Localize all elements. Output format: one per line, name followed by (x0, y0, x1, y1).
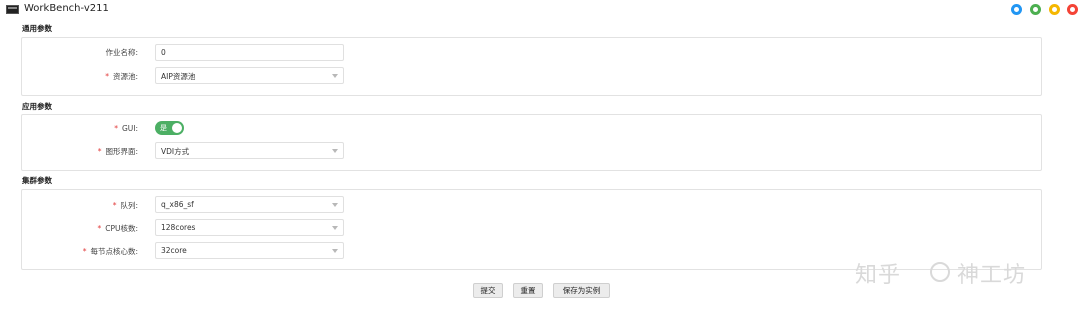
queue-select[interactable]: q_x86_sf (155, 196, 344, 213)
required-marker: * (114, 124, 118, 133)
gui-label: * GUI: (114, 124, 138, 133)
graphics-ui-value: VDI方式 (161, 147, 190, 156)
cores-per-node-value: 32core (161, 246, 187, 255)
graphics-ui-label: * 图形界面: (97, 147, 138, 156)
window-title: WorkBench-v211 (24, 3, 109, 14)
general-panel: 作业名称: 0 * 资源池: AIP资源池 (21, 37, 1042, 96)
resource-pool-value: AIP资源池 (161, 72, 196, 81)
section-title-cluster: 集群参数 (22, 176, 52, 185)
queue-label: * 队列: (112, 201, 138, 210)
minimize-icon[interactable] (1030, 4, 1041, 15)
gui-toggle-text: 是 (160, 124, 167, 132)
gui-toggle[interactable]: 是 (155, 121, 184, 135)
submit-button[interactable]: 提交 (473, 283, 503, 298)
maximize-icon[interactable] (1049, 4, 1060, 15)
cpu-cores-label: * CPU核数: (97, 224, 138, 233)
info-icon[interactable] (1011, 4, 1022, 15)
job-name-label: 作业名称: (105, 48, 138, 57)
cores-per-node-label: * 每节点核心数: (82, 247, 138, 256)
queue-value: q_x86_sf (161, 200, 194, 209)
watermark-right: 神工坊 (957, 263, 1027, 288)
chevron-down-icon (332, 149, 338, 153)
resource-pool-label: * 资源池: (105, 72, 138, 81)
required-marker: * (112, 201, 117, 210)
cpu-cores-select[interactable]: 128cores (155, 219, 344, 236)
required-marker: * (105, 72, 109, 81)
job-name-input[interactable]: 0 (155, 44, 344, 61)
close-icon[interactable] (1067, 4, 1078, 15)
chevron-down-icon (332, 203, 338, 207)
title-bar: WorkBench-v211 (0, 0, 1080, 19)
save-as-instance-button[interactable]: 保存为实例 (553, 283, 610, 298)
chevron-down-icon (332, 249, 338, 253)
toggle-knob (172, 123, 182, 133)
cpu-cores-value: 128cores (161, 223, 196, 232)
chevron-down-icon (332, 74, 338, 78)
cores-per-node-select[interactable]: 32core (155, 242, 344, 259)
reset-button[interactable]: 重置 (513, 283, 543, 298)
required-marker: * (97, 224, 102, 233)
required-marker: * (82, 247, 87, 256)
chevron-down-icon (332, 226, 338, 230)
application-panel: * GUI: 是 * 图形界面: VDI方式 (21, 114, 1042, 171)
app-icon (6, 5, 19, 14)
section-title-general: 通用参数 (22, 24, 52, 33)
section-title-application: 应用参数 (22, 102, 52, 111)
resource-pool-select[interactable]: AIP资源池 (155, 67, 344, 84)
job-name-value: 0 (161, 48, 166, 57)
at-icon (930, 262, 950, 282)
graphics-ui-select[interactable]: VDI方式 (155, 142, 344, 159)
watermark-left: 知乎 (855, 263, 902, 288)
required-marker: * (97, 147, 102, 156)
